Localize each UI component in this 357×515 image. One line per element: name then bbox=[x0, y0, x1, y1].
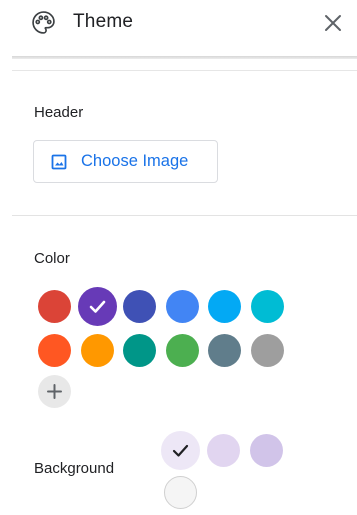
check-icon bbox=[172, 444, 189, 457]
header-divider bbox=[12, 70, 357, 71]
color-swatch[interactable] bbox=[38, 333, 71, 367]
palette-icon bbox=[32, 11, 55, 34]
add-color-button[interactable] bbox=[38, 375, 71, 408]
background-swatch[interactable] bbox=[164, 476, 197, 509]
background-swatch[interactable] bbox=[207, 434, 240, 467]
color-swatch[interactable] bbox=[250, 290, 284, 323]
color-swatch[interactable] bbox=[80, 333, 114, 367]
color-swatch[interactable] bbox=[208, 333, 241, 367]
color-swatch[interactable] bbox=[165, 290, 199, 323]
color-swatch[interactable] bbox=[38, 290, 71, 323]
section-divider bbox=[12, 215, 357, 216]
close-icon[interactable] bbox=[322, 12, 344, 34]
color-swatch[interactable] bbox=[123, 290, 156, 323]
color-swatch[interactable] bbox=[165, 333, 199, 367]
color-swatch[interactable] bbox=[77, 287, 117, 326]
image-icon bbox=[51, 154, 67, 170]
color-swatch[interactable] bbox=[208, 290, 241, 323]
background-section-label: Background bbox=[34, 460, 115, 477]
panel-title: Theme bbox=[73, 11, 134, 32]
choose-image-label: Choose Image bbox=[81, 152, 189, 170]
panel-header: Theme bbox=[0, 0, 357, 46]
color-section-label: Color bbox=[34, 250, 70, 267]
background-swatch[interactable] bbox=[250, 434, 283, 467]
background-swatch[interactable] bbox=[161, 431, 200, 470]
plus-icon bbox=[47, 384, 62, 399]
check-icon bbox=[89, 300, 105, 313]
color-swatch[interactable] bbox=[123, 333, 156, 367]
choose-image-button[interactable]: Choose Image bbox=[33, 140, 218, 183]
header-shadow bbox=[12, 56, 357, 59]
color-swatch[interactable] bbox=[250, 333, 284, 367]
header-section-label: Header bbox=[34, 104, 84, 121]
